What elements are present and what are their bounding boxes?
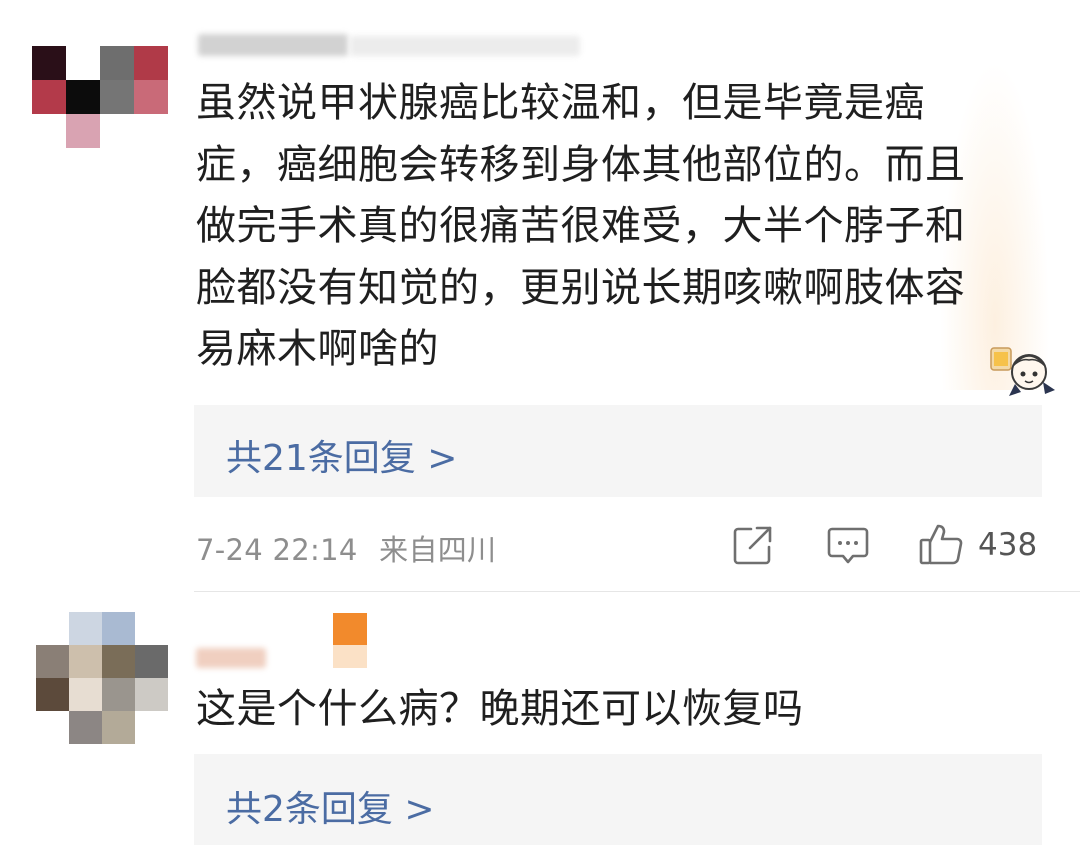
comment-line: 做完手术真的很痛苦很难受，大半个脖子和 bbox=[196, 203, 966, 249]
comment-meta: 7-24 22:14 来自四川 bbox=[196, 527, 496, 569]
comment-line: 这是个什么病？晚期还可以恢复吗 bbox=[196, 686, 804, 732]
view-replies-label: 共2条回复 > bbox=[226, 789, 435, 830]
comment-line: 脸都没有知觉的，更别说长期咳嗽啊肢体容 bbox=[196, 264, 966, 311]
like-count: 438 bbox=[978, 527, 1038, 563]
username-redacted[interactable] bbox=[198, 34, 348, 56]
comment-icon[interactable] bbox=[827, 526, 869, 566]
view-replies-button[interactable]: 共21条回复 > bbox=[194, 405, 1042, 497]
comment-text: 这是个什么病？晚期还可以恢复吗 bbox=[196, 682, 1026, 737]
view-replies-button[interactable]: 共2条回复 > bbox=[194, 754, 1042, 845]
username-redacted[interactable] bbox=[196, 648, 266, 668]
username-redacted bbox=[350, 36, 580, 56]
avatar[interactable] bbox=[32, 46, 168, 148]
comment-text: 虽然说甲状腺癌比较温和，但是毕竟是癌 症，癌细胞会转移到身体其他部位的。而且 做… bbox=[196, 73, 1026, 381]
user-badge bbox=[333, 613, 367, 668]
comment-time: 7-24 22:14 bbox=[196, 533, 358, 567]
comment-line: 易麻木啊啥的 bbox=[196, 326, 439, 372]
comment-location: 来自四川 bbox=[379, 533, 497, 567]
share-icon[interactable] bbox=[733, 525, 773, 565]
thumbs-up-icon[interactable] bbox=[918, 522, 964, 566]
comment-line: 症，癌细胞会转移到身体其他部位的。而且 bbox=[196, 141, 966, 188]
sticker-icon bbox=[990, 347, 1055, 396]
divider bbox=[194, 591, 1080, 592]
comment-line: 虽然说甲状腺癌比较温和，但是毕竟是癌 bbox=[196, 80, 925, 126]
view-replies-label: 共21条回复 > bbox=[226, 438, 458, 479]
avatar[interactable] bbox=[36, 612, 170, 746]
